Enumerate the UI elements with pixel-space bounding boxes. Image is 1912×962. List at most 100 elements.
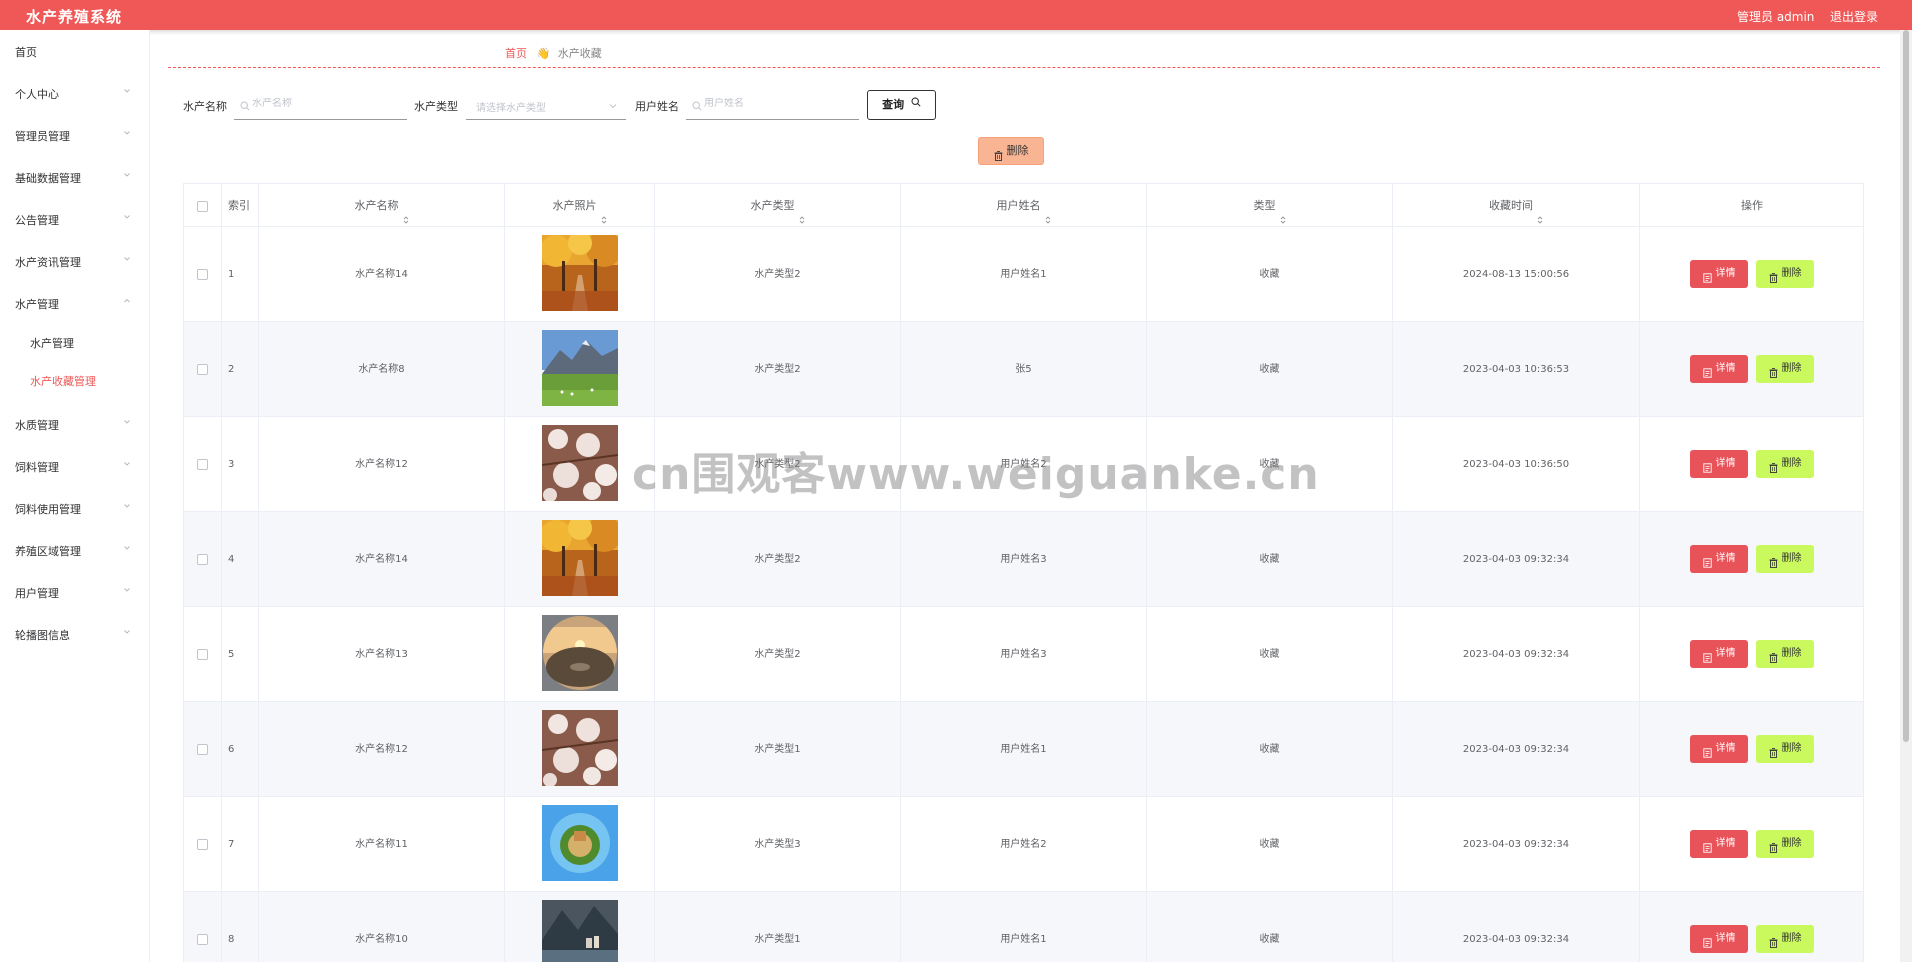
cell-time: 2023-04-03 09:32:34 <box>1393 702 1640 797</box>
sidebar-item-3[interactable]: 基础数据管理 <box>0 162 150 192</box>
search-name-label: 水产名称 <box>183 100 227 113</box>
sidebar-item-5[interactable]: 水产资讯管理 <box>0 246 150 276</box>
cell-user: 张5 <box>901 322 1147 417</box>
sidebar-item-4[interactable]: 公告管理 <box>0 204 150 234</box>
row-select-cell <box>184 892 222 962</box>
column-header-7: 操作 <box>1640 184 1863 227</box>
trash-icon <box>1769 742 1778 758</box>
divider <box>168 67 1880 68</box>
column-header-3[interactable]: 水产类型 <box>655 184 901 227</box>
sidebar-item-7[interactable]: 水质管理 <box>0 409 150 439</box>
delete-button[interactable]: 删除 <box>1756 355 1814 383</box>
sidebar-item-2[interactable]: 管理员管理 <box>0 120 150 150</box>
cell-kind: 收藏 <box>1147 702 1393 797</box>
sidebar-item-6[interactable]: 水产管理 <box>0 288 150 318</box>
search-user-input[interactable] <box>704 98 844 109</box>
row-checkbox[interactable] <box>197 838 208 850</box>
sort-icon[interactable] <box>403 200 409 224</box>
sidebar-subitem-1[interactable]: 水产收藏管理 <box>0 366 150 394</box>
row-checkbox[interactable] <box>197 458 208 470</box>
table-row: 6 水产名称12 水产类型1 用户姓名1 收藏 2023-04-03 09:32:34 详情… <box>184 702 1863 797</box>
sort-icon[interactable] <box>1537 200 1543 224</box>
row-checkbox[interactable] <box>197 363 208 375</box>
sidebar-item-9[interactable]: 饲料使用管理 <box>0 493 150 523</box>
detail-button[interactable]: 详情 <box>1690 260 1748 288</box>
detail-button[interactable]: 详情 <box>1690 735 1748 763</box>
table-row: 2 水产名称8 水产类型2 张5 收藏 2023-04-03 10:36:53 详情 删除 <box>184 322 1863 417</box>
delete-button[interactable]: 删除 <box>1756 735 1814 763</box>
sidebar-item-label: 用户管理 <box>15 587 59 600</box>
aquatic-photo <box>542 330 618 406</box>
sidebar-item-12[interactable]: 轮播图信息 <box>0 619 150 649</box>
detail-label: 详情 <box>1715 838 1736 849</box>
sidebar-item-11[interactable]: 用户管理 <box>0 577 150 607</box>
cell-user: 用户姓名3 <box>901 607 1147 702</box>
batch-delete-button[interactable]: 删除 <box>978 137 1044 165</box>
actions-cell: 详情 删除 <box>1640 702 1863 797</box>
batch-delete-label: 删除 <box>1006 144 1029 157</box>
cell-type: 水产类型2 <box>655 322 901 417</box>
delete-button[interactable]: 删除 <box>1756 260 1814 288</box>
sort-icon[interactable] <box>1045 200 1051 224</box>
cell-type: 水产类型3 <box>655 797 901 892</box>
row-select-cell <box>184 797 222 892</box>
photo-cell <box>505 322 655 417</box>
select-all-checkbox[interactable] <box>197 200 208 212</box>
detail-button[interactable]: 详情 <box>1690 450 1748 478</box>
delete-button[interactable]: 删除 <box>1756 640 1814 668</box>
column-header-label: 索引 <box>228 199 250 212</box>
detail-button[interactable]: 详情 <box>1690 640 1748 668</box>
cell-time: 2024-08-13 15:00:56 <box>1393 227 1640 322</box>
row-checkbox[interactable] <box>197 743 208 755</box>
trash-icon <box>1769 932 1778 948</box>
chevron-down-icon <box>122 543 132 553</box>
cell-kind: 收藏 <box>1147 322 1393 417</box>
cell-user: 用户姓名1 <box>901 227 1147 322</box>
sort-icon[interactable] <box>799 200 805 224</box>
detail-button[interactable]: 详情 <box>1690 830 1748 858</box>
column-header-1[interactable]: 水产名称 <box>259 184 505 227</box>
delete-button[interactable]: 删除 <box>1756 925 1814 953</box>
sidebar: 首页个人中心管理员管理基础数据管理 公告管理水产资讯管理 水产管理水质管理饲料管理饲… <box>0 30 150 962</box>
query-button[interactable]: 查询 <box>867 90 936 120</box>
row-checkbox[interactable] <box>197 933 208 945</box>
favorites-table: 索引 水产名称 水产照片 水产类型 用户姓名 类型 收藏时间 操作 1 水产名称14 水产类型2 用… <box>183 183 1864 962</box>
sidebar-item-10[interactable]: 养殖区域管理 <box>0 535 150 565</box>
scrollbar-thumb[interactable] <box>1903 30 1909 742</box>
column-header-6[interactable]: 收藏时间 <box>1393 184 1640 227</box>
row-checkbox[interactable] <box>197 648 208 660</box>
column-header-label: 操作 <box>1741 199 1763 212</box>
column-header-4[interactable]: 用户姓名 <box>901 184 1147 227</box>
sidebar-item-0[interactable]: 首页 <box>0 36 150 66</box>
row-checkbox[interactable] <box>197 268 208 280</box>
search-type-select[interactable]: 请选择水产类型 <box>466 92 626 120</box>
search-name-input[interactable] <box>252 98 392 109</box>
search-user-field[interactable] <box>686 92 859 120</box>
document-icon <box>1702 742 1712 758</box>
logout-link[interactable]: 退出登录 <box>1830 8 1878 25</box>
sort-icon[interactable] <box>1280 200 1286 224</box>
sort-icon[interactable] <box>601 200 607 224</box>
chevron-down-icon <box>122 585 132 595</box>
sidebar-item-1[interactable]: 个人中心 <box>0 78 150 108</box>
scrollbar[interactable] <box>1900 30 1912 962</box>
sidebar-subitem-0[interactable]: 水产管理 <box>0 328 150 356</box>
trash-icon <box>1769 647 1778 663</box>
photo-cell <box>505 702 655 797</box>
row-select-cell <box>184 702 222 797</box>
column-header-2[interactable]: 水产照片 <box>505 184 655 227</box>
detail-button[interactable]: 详情 <box>1690 545 1748 573</box>
search-name-field[interactable] <box>234 92 407 120</box>
cell-index: 7 <box>222 797 259 892</box>
delete-button[interactable]: 删除 <box>1756 450 1814 478</box>
column-header-label: 收藏时间 <box>1489 199 1533 212</box>
breadcrumb-home[interactable]: 首页 <box>505 47 527 60</box>
row-checkbox[interactable] <box>197 553 208 565</box>
detail-button[interactable]: 详情 <box>1690 355 1748 383</box>
delete-button[interactable]: 删除 <box>1756 545 1814 573</box>
column-header-5[interactable]: 类型 <box>1147 184 1393 227</box>
detail-button[interactable]: 详情 <box>1690 925 1748 953</box>
delete-button[interactable]: 删除 <box>1756 830 1814 858</box>
sidebar-item-8[interactable]: 饲料管理 <box>0 451 150 481</box>
cell-time: 2023-04-03 10:36:50 <box>1393 417 1640 512</box>
